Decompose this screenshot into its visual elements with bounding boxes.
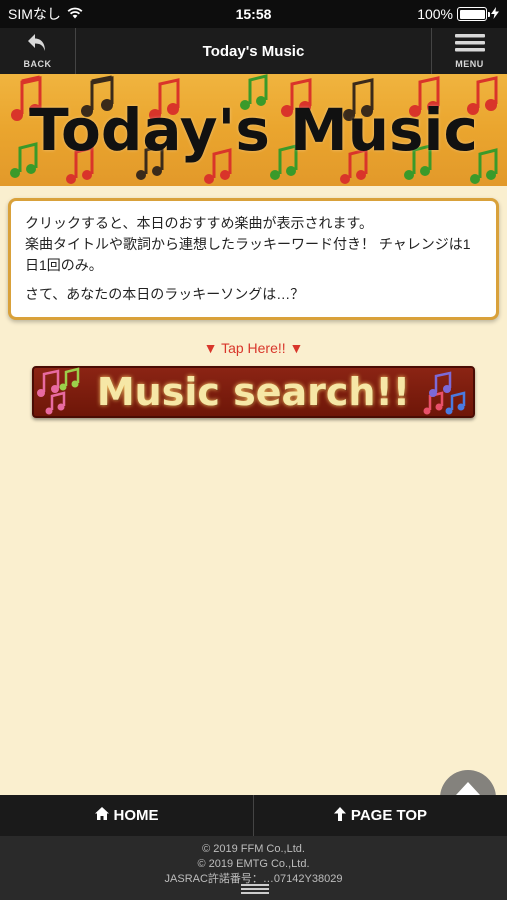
hamburger-icon [454,33,485,58]
wifi-icon [67,6,83,22]
tap-here-label: ▼ Tap Here!! ▼ [203,340,304,356]
footer-nav: HOME PAGE TOP [0,795,507,836]
status-right: 100% [417,6,499,22]
menu-button[interactable]: MENU [431,28,507,74]
back-arrow-icon [27,33,49,58]
arrow-up-icon [333,806,346,825]
banner: Today's Music [0,74,507,186]
battery-icon [457,7,490,21]
page-top-label: PAGE TOP [350,807,428,824]
info-box: クリックすると、本日のおすすめ楽曲が表示されます。 楽曲タイトルや歌詞から連想し… [8,198,499,320]
home-icon [94,807,109,824]
nav-bar: BACK Today's Music MENU [0,28,507,74]
banner-title: Today's Music [29,96,478,164]
page-title: Today's Music [202,42,305,60]
back-label: BACK [23,59,52,69]
home-label: HOME [113,807,159,824]
battery-percent: 100% [417,6,453,22]
drawer-handle-icon[interactable] [241,882,269,894]
info-text-intro: クリックすると、本日のおすすめ楽曲が表示されます。 楽曲タイトルや歌詞から連想し… [25,213,482,276]
status-left: SIMなし [8,4,83,24]
home-button[interactable]: HOME [0,795,253,836]
status-bar: SIMなし 15:58 100% [0,0,507,28]
copyright-ffm: © 2019 FFM Co.,Ltd. [202,843,305,855]
info-line-2: 楽曲タイトルや歌詞から連想したラッキーワード付き！ チャレンジは1日1回のみ。 [25,236,471,273]
page-top-button[interactable]: PAGE TOP [253,795,507,836]
menu-label: MENU [455,59,484,69]
charging-icon [491,6,499,22]
info-line-1: クリックすると、本日のおすすめ楽曲が表示されます。 [25,215,374,231]
copyright-emtg: © 2019 EMTG Co.,Ltd. [197,858,310,870]
music-note-icon [37,367,466,415]
info-line-3: さて、あなたの本日のラッキーソングは…？ [25,286,305,302]
back-button[interactable]: BACK [0,28,76,74]
music-search-button[interactable]: Music search!! [32,366,475,418]
carrier-label: SIMなし [8,6,61,22]
